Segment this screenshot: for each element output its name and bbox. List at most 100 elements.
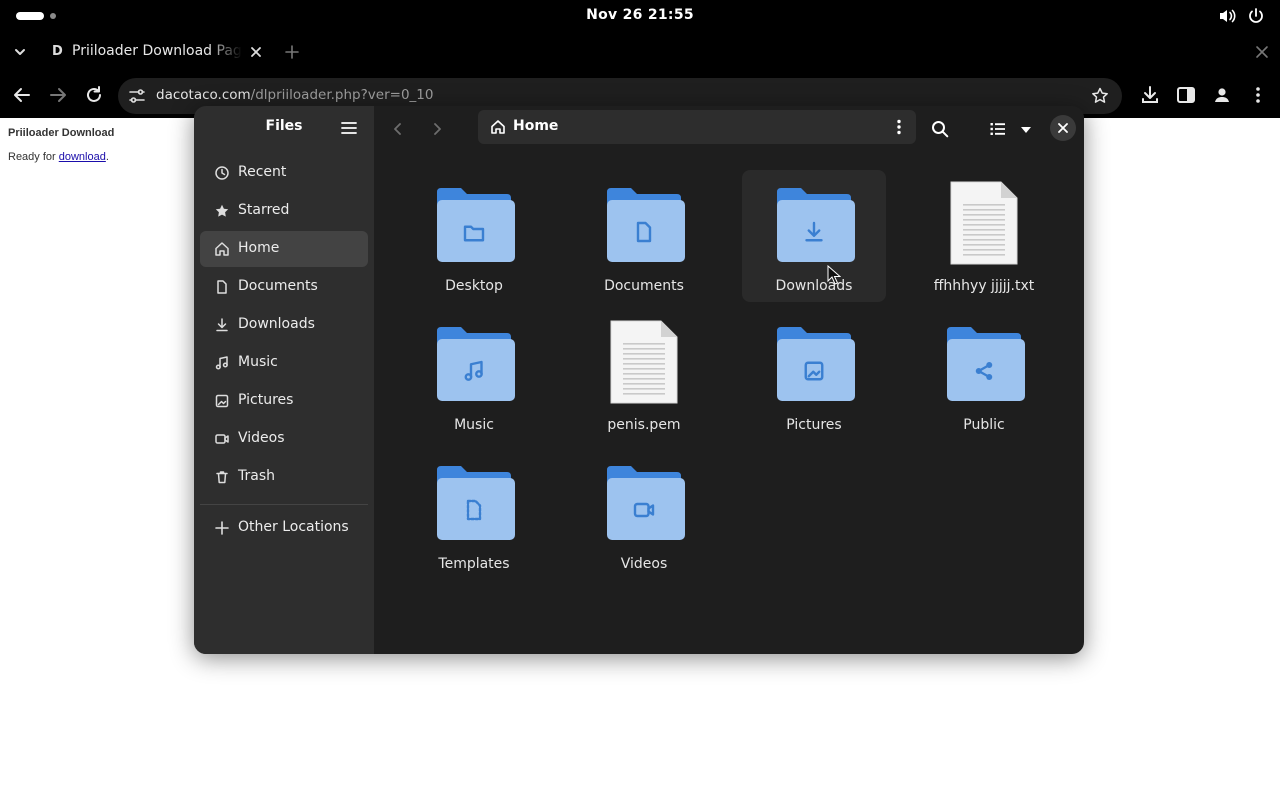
item-name: Templates (438, 556, 510, 572)
clock[interactable]: Nov 26 21:55 (0, 7, 1280, 23)
folder-item[interactable]: Videos (572, 448, 716, 580)
tab-title: Priiloader Download Page (72, 43, 242, 59)
browser-tab-strip: D Priiloader Download Page (0, 32, 1280, 76)
download-icon (216, 318, 228, 332)
search-icon[interactable] (930, 119, 950, 139)
sidebar-item-label: Documents (238, 278, 318, 294)
folder-thumbnail-icon (947, 327, 1025, 401)
text-file-thumbnail-icon (610, 320, 678, 404)
tab-favicon: D (52, 44, 63, 59)
sidebar-item-label: Videos (238, 430, 285, 446)
view-options-dropdown-icon[interactable] (1016, 119, 1036, 139)
folder-thumbnail-icon (437, 188, 515, 262)
item-name: Music (454, 417, 494, 433)
trash-icon (216, 471, 228, 484)
sidebar-item-documents[interactable]: Documents (200, 269, 368, 305)
folder-item[interactable]: Documents (572, 170, 716, 302)
bookmark-star-icon[interactable] (1090, 86, 1110, 106)
sidebar-item-label: Recent (238, 164, 287, 180)
music-icon (215, 356, 228, 370)
path-bar[interactable]: Home (478, 110, 916, 144)
list-view-icon[interactable] (988, 119, 1008, 139)
side-panel-icon[interactable] (1175, 84, 1197, 106)
item-name: Pictures (786, 417, 842, 433)
document-icon (217, 280, 227, 294)
browser-tab[interactable]: D Priiloader Download Page (40, 32, 272, 72)
sidebar-item-pictures[interactable]: Pictures (200, 383, 368, 419)
new-tab-icon[interactable] (282, 42, 302, 62)
folder-thumbnail-icon (437, 327, 515, 401)
ready-text: Ready for download. (8, 151, 109, 163)
item-name: Downloads (775, 278, 853, 294)
item-name: Desktop (445, 278, 503, 294)
ready-suffix: . (105, 151, 109, 163)
plus-icon (215, 521, 229, 535)
folder-thumbnail-icon (607, 466, 685, 540)
url-text[interactable]: dacotaco.com/dlpriiloader.php?ver=0_10 (156, 87, 433, 103)
sidebar-item-starred[interactable]: Starred (200, 193, 368, 229)
mouse-cursor-icon (827, 265, 841, 285)
sidebar-item-label: Downloads (238, 316, 315, 332)
item-name: Videos (620, 556, 668, 572)
ready-prefix: Ready for (8, 151, 59, 163)
folder-item[interactable]: Templates (402, 448, 546, 580)
files-back-icon[interactable] (388, 119, 408, 139)
sidebar-item-recent[interactable]: Recent (200, 155, 368, 191)
sidebar-item-label: Other Locations (238, 519, 349, 535)
text-file-thumbnail-icon (950, 181, 1018, 265)
sidebar-item-label: Home (238, 240, 280, 256)
tab-close-icon[interactable] (246, 42, 266, 62)
sidebar-item-label: Starred (238, 202, 290, 218)
files-window: Files Recent Starred Home Documents Download… (194, 106, 1084, 654)
close-icon (1058, 123, 1068, 133)
folder-thumbnail-icon (777, 188, 855, 262)
sidebar-item-other-locations[interactable]: Other Locations (200, 510, 368, 546)
item-name: penis.pem (607, 417, 681, 433)
sidebar-item-label: Trash (238, 468, 275, 484)
profile-icon[interactable] (1211, 84, 1233, 106)
folder-item[interactable]: Pictures (742, 309, 886, 441)
folder-item[interactable]: Desktop (402, 170, 546, 302)
page-heading: Priiloader Download (8, 127, 115, 139)
path-bar-label: Home (513, 118, 559, 134)
browser-menu-icon[interactable] (1247, 84, 1269, 106)
forward-icon[interactable] (47, 84, 69, 106)
files-forward-icon[interactable] (427, 119, 447, 139)
star-icon (215, 204, 229, 217)
folder-thumbnail-icon (607, 188, 685, 262)
volume-icon[interactable] (1217, 6, 1237, 26)
item-name: Documents (604, 278, 684, 294)
reload-icon[interactable] (83, 84, 105, 106)
site-settings-icon[interactable] (128, 87, 146, 105)
download-link[interactable]: download (59, 151, 106, 163)
sidebar-item-trash[interactable]: Trash (200, 459, 368, 495)
system-top-bar: Nov 26 21:55 (0, 0, 1280, 32)
image-icon (215, 394, 229, 408)
url-path: /dlpriiloader.php?ver=0_10 (250, 87, 434, 103)
sidebar-item-videos[interactable]: Videos (200, 421, 368, 457)
sidebar-item-label: Pictures (238, 392, 294, 408)
window-close-icon[interactable] (1252, 42, 1272, 62)
sidebar-item-music[interactable]: Music (200, 345, 368, 381)
url-host: dacotaco.com (156, 87, 251, 103)
back-icon[interactable] (11, 84, 33, 106)
item-name: ffhhhyy jjjjj.txt (933, 278, 1035, 294)
hamburger-menu-icon[interactable] (340, 119, 358, 137)
sidebar-item-home[interactable]: Home (200, 231, 368, 267)
files-close-button[interactable] (1050, 115, 1076, 141)
path-options-icon[interactable] (890, 118, 908, 136)
files-sidebar: Files Recent Starred Home Documents Download… (194, 106, 374, 654)
sidebar-separator (200, 504, 368, 505)
folder-item[interactable]: Downloads (742, 170, 886, 302)
home-icon (215, 242, 229, 256)
item-name: Public (963, 417, 1005, 433)
file-item[interactable]: ffhhhyy jjjjj.txt (912, 170, 1056, 302)
file-item[interactable]: penis.pem (572, 309, 716, 441)
power-icon[interactable] (1246, 6, 1266, 26)
sidebar-item-downloads[interactable]: Downloads (200, 307, 368, 343)
clock-icon (215, 166, 229, 180)
folder-item[interactable]: Music (402, 309, 546, 441)
folder-item[interactable]: Public (912, 309, 1056, 441)
downloads-icon[interactable] (1139, 84, 1161, 106)
tab-search-chevron-icon[interactable] (10, 42, 30, 62)
